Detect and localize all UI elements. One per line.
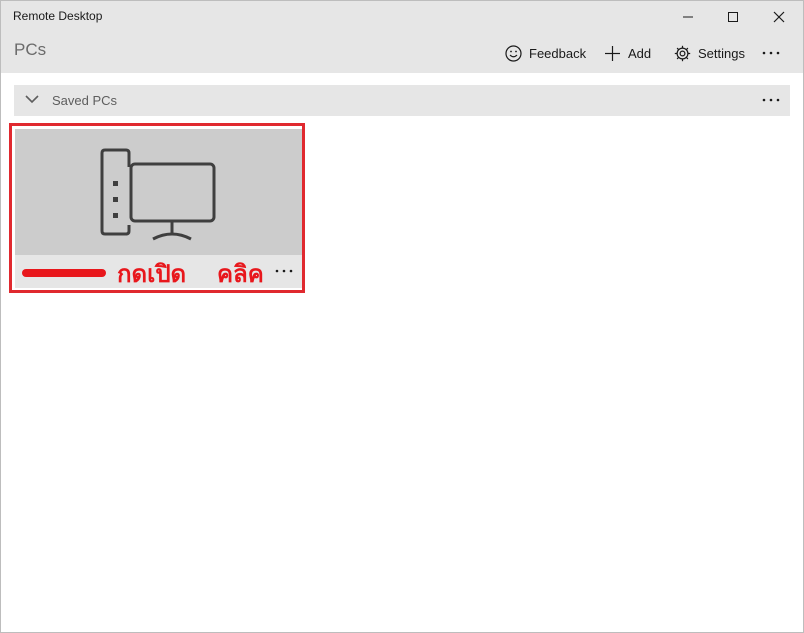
settings-label: Settings xyxy=(698,45,745,61)
close-icon xyxy=(773,11,785,23)
minimize-icon xyxy=(683,16,693,18)
settings-button[interactable]: Settings xyxy=(674,41,745,65)
add-button[interactable]: Add xyxy=(604,41,651,65)
page-title: PCs xyxy=(14,40,47,59)
more-icon xyxy=(762,98,780,102)
group-label: Saved PCs xyxy=(52,93,118,108)
app-header: Remote Desktop PCs Feedback Add Settings xyxy=(1,1,803,73)
gear-icon xyxy=(674,45,691,61)
add-label: Add xyxy=(628,45,652,61)
feedback-label: Feedback xyxy=(529,45,587,61)
smiley-icon xyxy=(505,44,522,62)
more-options-button[interactable] xyxy=(761,41,787,65)
maximize-icon xyxy=(728,12,738,22)
plus-icon xyxy=(605,45,620,61)
annotation-highlight-box xyxy=(9,123,305,293)
maximize-button[interactable] xyxy=(710,1,756,33)
saved-pcs-group-header[interactable]: Saved PCs xyxy=(14,85,790,116)
app-window: Remote Desktop PCs Feedback Add Settings… xyxy=(0,0,804,633)
chevron-down-icon xyxy=(25,95,39,104)
group-more-button[interactable] xyxy=(758,87,784,113)
feedback-button[interactable]: Feedback xyxy=(505,41,586,65)
close-button[interactable] xyxy=(756,1,802,33)
more-icon xyxy=(762,51,779,55)
minimize-button[interactable] xyxy=(665,1,711,33)
window-title: Remote Desktop xyxy=(13,9,103,23)
